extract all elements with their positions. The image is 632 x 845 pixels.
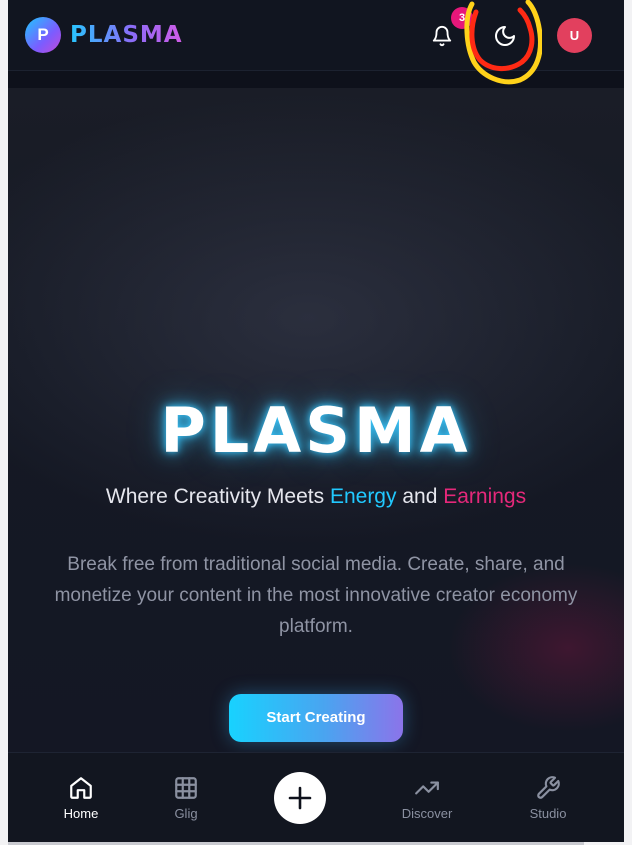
trending-up-icon [415, 781, 439, 795]
plus-icon [288, 786, 312, 810]
nav-label-discover: Discover [401, 806, 453, 821]
hero-title: PLASMA [160, 394, 472, 467]
start-creating-button[interactable]: Start Creating [229, 694, 403, 742]
bottom-nav: Home Glig Discover Studio [8, 752, 624, 842]
moon-icon[interactable] [493, 24, 517, 48]
top-header: P PLASMA 3 U [8, 0, 624, 71]
wrench-icon [537, 776, 560, 799]
tagline-energy: Energy [329, 485, 397, 508]
nav-item-home[interactable]: Home [36, 775, 126, 821]
nav-label-home: Home [63, 806, 99, 821]
tagline-prefix: Where Creativity Meets [105, 485, 330, 508]
app-frame: P PLASMA 3 U PLASMA Where Creativity Mee… [8, 0, 624, 842]
create-button[interactable] [274, 772, 326, 824]
bell-icon[interactable] [431, 25, 453, 47]
notification-badge: 3 [451, 7, 473, 29]
grid-icon [175, 777, 197, 799]
hero-tagline: Where Creativity Meets Energy and Earnin… [8, 485, 624, 509]
tagline-and: and [396, 485, 444, 508]
home-icon [70, 777, 92, 799]
nav-label-studio: Studio [529, 806, 567, 821]
nav-item-glig[interactable]: Glig [141, 775, 231, 821]
logo-text[interactable]: PLASMA [70, 22, 183, 48]
nav-item-studio[interactable]: Studio [503, 775, 593, 821]
logo-badge[interactable]: P [25, 17, 61, 53]
nav-label-glig: Glig [174, 806, 198, 821]
hero-description: Break free from traditional social media… [54, 554, 578, 637]
nav-item-discover[interactable]: Discover [382, 775, 472, 821]
tagline-earnings: Earnings [443, 485, 527, 508]
avatar[interactable]: U [557, 18, 592, 53]
hero-section: PLASMA Where Creativity Meets Energy and… [8, 88, 624, 752]
